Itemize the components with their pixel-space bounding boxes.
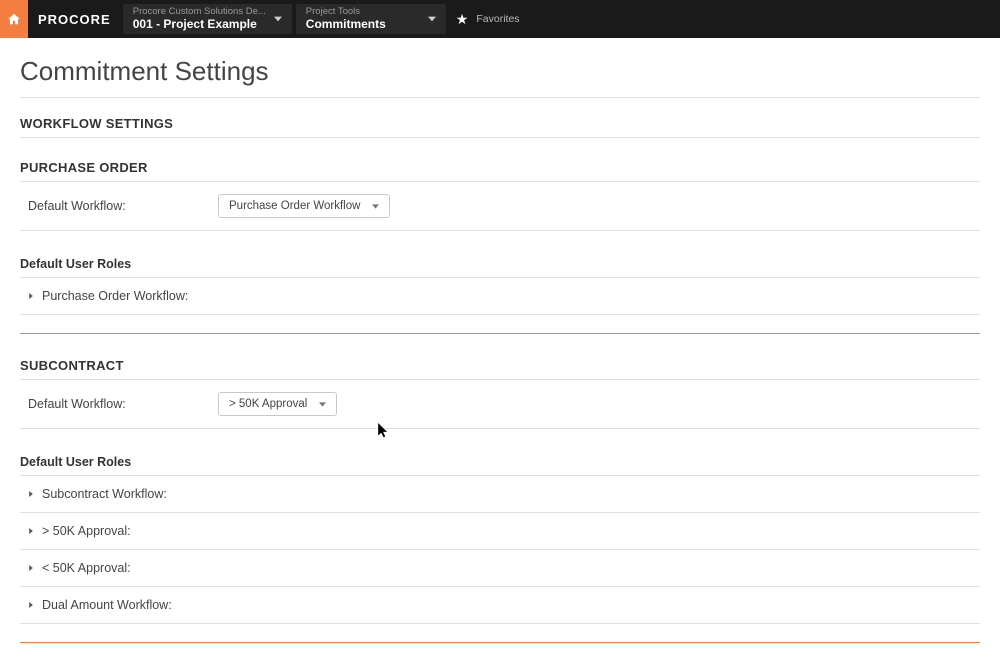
caret-right-icon xyxy=(28,524,34,538)
home-icon xyxy=(7,12,21,26)
sc-row-3[interactable]: Dual Amount Workflow: xyxy=(20,591,980,619)
purchase-order-heading: PURCHASE ORDER xyxy=(20,160,980,175)
po-default-user-roles-heading: Default User Roles xyxy=(20,257,980,271)
divider xyxy=(20,586,980,587)
tools-dropdown-label: Project Tools xyxy=(306,7,386,17)
sc-row-0-label: Subcontract Workflow: xyxy=(42,487,167,501)
sc-row-2[interactable]: < 50K Approval: xyxy=(20,554,980,582)
caret-right-icon xyxy=(28,561,34,575)
po-workflow-row-label: Purchase Order Workflow: xyxy=(42,289,188,303)
divider xyxy=(20,475,980,476)
sc-default-workflow-value: > 50K Approval xyxy=(229,398,307,410)
divider xyxy=(20,549,980,550)
sc-default-workflow-select[interactable]: > 50K Approval xyxy=(218,392,337,416)
divider xyxy=(20,277,980,278)
sc-row-0[interactable]: Subcontract Workflow: xyxy=(20,480,980,508)
project-dropdown-value: 001 - Project Example xyxy=(133,17,266,31)
chevron-down-icon xyxy=(319,401,326,408)
divider xyxy=(20,512,980,513)
sc-default-workflow-row: Default Workflow: > 50K Approval xyxy=(20,384,980,424)
po-workflow-expand-row[interactable]: Purchase Order Workflow: xyxy=(20,282,980,310)
star-icon: ★ xyxy=(456,11,469,28)
po-default-workflow-row: Default Workflow: Purchase Order Workflo… xyxy=(20,186,980,226)
favorites-item[interactable]: ★ Favorites xyxy=(448,0,528,38)
divider xyxy=(20,379,980,380)
divider xyxy=(20,137,980,138)
chevron-down-icon xyxy=(266,10,282,28)
favorites-label: Favorites xyxy=(476,13,519,25)
sc-default-workflow-label: Default Workflow: xyxy=(28,397,218,411)
page-title: Commitment Settings xyxy=(20,56,980,87)
sc-row-3-label: Dual Amount Workflow: xyxy=(42,598,172,612)
subcontract-section: SUBCONTRACT Default Workflow: > 50K Appr… xyxy=(20,358,980,624)
workflow-settings-heading: WORKFLOW SETTINGS xyxy=(20,116,980,131)
home-button[interactable] xyxy=(0,0,28,38)
tools-dropdown[interactable]: Project Tools Commitments xyxy=(296,4,446,34)
po-default-workflow-select[interactable]: Purchase Order Workflow xyxy=(218,194,390,218)
sc-row-1[interactable]: > 50K Approval: xyxy=(20,517,980,545)
subcontract-heading: SUBCONTRACT xyxy=(20,358,980,373)
project-dropdown[interactable]: Procore Custom Solutions De... 001 - Pro… xyxy=(123,4,292,34)
page-content: Commitment Settings WORKFLOW SETTINGS PU… xyxy=(0,38,1000,661)
caret-right-icon xyxy=(28,487,34,501)
divider xyxy=(20,97,980,98)
sc-row-2-label: < 50K Approval: xyxy=(42,561,131,575)
chevron-down-icon xyxy=(372,203,379,210)
app-header: PROCORE Procore Custom Solutions De... 0… xyxy=(0,0,1000,38)
po-default-workflow-value: Purchase Order Workflow xyxy=(229,200,360,212)
chevron-down-icon xyxy=(420,10,436,28)
divider xyxy=(20,314,980,315)
divider xyxy=(20,428,980,429)
project-dropdown-label: Procore Custom Solutions De... xyxy=(133,7,266,17)
divider xyxy=(20,181,980,182)
tools-dropdown-value: Commitments xyxy=(306,17,386,31)
caret-right-icon xyxy=(28,598,34,612)
po-default-workflow-label: Default Workflow: xyxy=(28,199,218,213)
caret-right-icon xyxy=(28,289,34,303)
divider-accent xyxy=(20,642,980,643)
divider-accent xyxy=(20,333,980,334)
brand-logo-text: PROCORE xyxy=(38,12,111,27)
sc-default-user-roles-heading: Default User Roles xyxy=(20,455,980,469)
brand-logo: PROCORE xyxy=(28,0,121,38)
divider xyxy=(20,623,980,624)
divider xyxy=(20,230,980,231)
sc-row-1-label: > 50K Approval: xyxy=(42,524,131,538)
purchase-order-section: PURCHASE ORDER Default Workflow: Purchas… xyxy=(20,160,980,315)
